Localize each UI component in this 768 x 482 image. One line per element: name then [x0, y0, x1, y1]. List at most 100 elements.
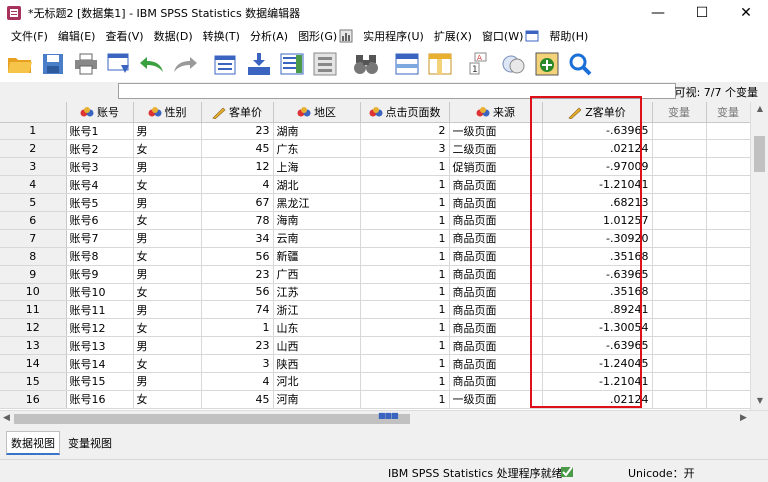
- empty-cell[interactable]: [652, 300, 707, 320]
- data-cell[interactable]: 河北: [273, 372, 361, 391]
- horizontal-scrollbar[interactable]: ◀ ■■■ ▶: [0, 410, 768, 427]
- data-cell[interactable]: 23: [201, 336, 274, 356]
- split-file-icon[interactable]: A1: [467, 50, 495, 78]
- empty-cell[interactable]: [652, 157, 707, 177]
- data-cell[interactable]: -1.21041: [542, 372, 653, 391]
- data-cell[interactable]: 1: [360, 336, 450, 356]
- data-cell[interactable]: 云南: [273, 229, 361, 248]
- empty-cell[interactable]: [652, 175, 707, 195]
- data-cell[interactable]: 12: [201, 157, 274, 177]
- table-row[interactable]: 6 账号6 女 78 海南 1 商品页面 1.01257: [0, 211, 750, 230]
- vertical-scrollbar[interactable]: ▲ ▼: [750, 102, 768, 410]
- row-number[interactable]: 10: [0, 283, 67, 302]
- empty-cell[interactable]: [652, 265, 707, 284]
- row-number[interactable]: 2: [0, 139, 67, 159]
- data-cell[interactable]: 商品页面: [449, 247, 543, 266]
- data-cell[interactable]: 账号1: [66, 122, 134, 141]
- menu-edit[interactable]: 编辑(E): [53, 26, 101, 46]
- row-number[interactable]: 14: [0, 354, 67, 373]
- insert-variable-icon[interactable]: [426, 50, 454, 78]
- data-cell[interactable]: -.97009: [542, 157, 653, 177]
- data-cell[interactable]: 账号7: [66, 229, 134, 248]
- row-number[interactable]: 15: [0, 372, 67, 391]
- data-cell[interactable]: 4: [201, 175, 274, 195]
- data-cell[interactable]: 山东: [273, 318, 361, 338]
- data-cell[interactable]: 商品页面: [449, 300, 543, 320]
- data-cell[interactable]: -1.21041: [542, 175, 653, 195]
- data-cell[interactable]: 1: [360, 211, 450, 230]
- empty-cell[interactable]: [652, 318, 707, 338]
- data-cell[interactable]: 广东: [273, 139, 361, 159]
- data-cell[interactable]: 男: [133, 336, 202, 356]
- data-cell[interactable]: 男: [133, 157, 202, 177]
- data-cell[interactable]: 78: [201, 211, 274, 230]
- data-cell[interactable]: 商品页面: [449, 265, 543, 284]
- empty-cell[interactable]: [706, 247, 750, 266]
- data-cell[interactable]: 1: [360, 265, 450, 284]
- data-cell[interactable]: 1: [360, 372, 450, 391]
- data-cell[interactable]: 湖北: [273, 175, 361, 195]
- data-cell[interactable]: 23: [201, 265, 274, 284]
- column-header-gender[interactable]: 性别: [133, 102, 202, 123]
- data-cell[interactable]: 商品页面: [449, 372, 543, 391]
- data-cell[interactable]: 45: [201, 139, 274, 159]
- goto-variable-icon[interactable]: [245, 50, 273, 78]
- menu-utilities[interactable]: 实用程序(U): [358, 26, 429, 46]
- data-cell[interactable]: -.63965: [542, 265, 653, 284]
- data-cell[interactable]: 商品页面: [449, 193, 543, 212]
- menu-file[interactable]: 文件(F): [6, 26, 53, 46]
- data-cell[interactable]: 一级页面: [449, 390, 543, 409]
- row-number[interactable]: 7: [0, 229, 67, 248]
- data-cell[interactable]: 河南: [273, 390, 361, 409]
- data-cell[interactable]: 账号12: [66, 318, 134, 338]
- data-cell[interactable]: 45: [201, 390, 274, 409]
- empty-cell[interactable]: [706, 283, 750, 302]
- data-cell[interactable]: 账号9: [66, 265, 134, 284]
- open-folder-icon[interactable]: [6, 50, 34, 78]
- empty-cell[interactable]: [706, 265, 750, 284]
- scroll-down-icon[interactable]: ▼: [751, 396, 768, 405]
- column-header-var-empty[interactable]: 变量: [706, 102, 750, 123]
- column-header-source[interactable]: 来源: [449, 102, 543, 123]
- value-labels-icon[interactable]: [533, 50, 561, 78]
- table-row[interactable]: 14 账号14 女 3 陕西 1 商品页面 -1.24045: [0, 354, 750, 373]
- find-binoculars-icon[interactable]: [352, 50, 380, 78]
- data-cell[interactable]: 23: [201, 122, 274, 141]
- data-cell[interactable]: 1: [360, 193, 450, 212]
- data-cell[interactable]: 女: [133, 318, 202, 338]
- data-cell[interactable]: 账号14: [66, 354, 134, 373]
- data-cell[interactable]: 广西: [273, 265, 361, 284]
- data-cell[interactable]: 1.01257: [542, 211, 653, 230]
- menu-help[interactable]: 帮助(H): [544, 26, 593, 46]
- menu-analyze[interactable]: 分析(A): [245, 26, 293, 46]
- data-cell[interactable]: 账号11: [66, 300, 134, 320]
- data-cell[interactable]: 账号13: [66, 336, 134, 356]
- empty-cell[interactable]: [706, 336, 750, 356]
- empty-cell[interactable]: [652, 139, 707, 159]
- data-cell[interactable]: -1.24045: [542, 354, 653, 373]
- menu-graphs[interactable]: 图形(G): [293, 26, 358, 46]
- data-cell[interactable]: 账号4: [66, 175, 134, 195]
- table-row[interactable]: 2 账号2 女 45 广东 3 二级页面 .02124: [0, 139, 750, 159]
- data-cell[interactable]: 海南: [273, 211, 361, 230]
- data-cell[interactable]: .89241: [542, 300, 653, 320]
- row-number[interactable]: 6: [0, 211, 67, 230]
- data-cell[interactable]: 商品页面: [449, 336, 543, 356]
- recall-dialog-icon[interactable]: [105, 50, 133, 78]
- menu-extensions[interactable]: 扩展(X): [429, 26, 477, 46]
- data-cell[interactable]: 男: [133, 193, 202, 212]
- data-cell[interactable]: 女: [133, 247, 202, 266]
- goto-case-icon[interactable]: [212, 50, 240, 78]
- data-cell[interactable]: 67: [201, 193, 274, 212]
- menu-data[interactable]: 数据(D): [149, 26, 198, 46]
- data-cell[interactable]: 4: [201, 372, 274, 391]
- cell-value-input[interactable]: [118, 83, 676, 99]
- empty-cell[interactable]: [652, 336, 707, 356]
- data-cell[interactable]: 56: [201, 283, 274, 302]
- print-icon[interactable]: [72, 50, 100, 78]
- empty-cell[interactable]: [706, 139, 750, 159]
- empty-cell[interactable]: [706, 372, 750, 391]
- data-cell[interactable]: 山西: [273, 336, 361, 356]
- empty-cell[interactable]: [706, 193, 750, 212]
- column-header-var-empty[interactable]: 变量: [652, 102, 707, 123]
